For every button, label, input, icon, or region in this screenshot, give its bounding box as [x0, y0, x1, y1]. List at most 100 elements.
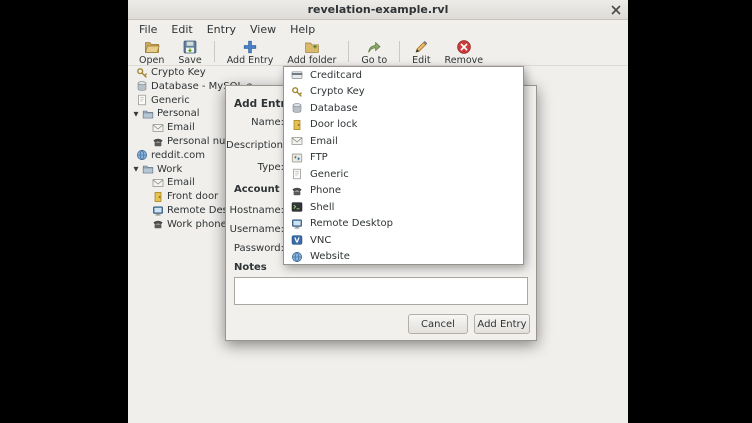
toolbar: Open Save Add Entry Add folder Go to: [128, 38, 628, 66]
menu-view[interactable]: View: [243, 22, 283, 37]
svg-text:V: V: [294, 237, 300, 245]
type-option-label: Remote Desktop: [310, 218, 393, 229]
add-entry-icon: [242, 39, 258, 55]
toolbar-separator: [399, 41, 400, 62]
add-entry-button[interactable]: Add Entry: [220, 39, 281, 66]
generic-icon: [291, 168, 303, 180]
email-icon: [152, 122, 164, 134]
tree-item-label: reddit.com: [151, 150, 205, 161]
type-option-label: Email: [310, 136, 338, 147]
add-entry-submit-button[interactable]: Add Entry: [474, 314, 530, 334]
notes-section-label: Notes: [234, 262, 267, 273]
type-option[interactable]: Crypto Key: [284, 84, 523, 101]
open-button-label: Open: [139, 55, 164, 66]
type-option-label: Crypto Key: [310, 86, 365, 97]
type-option[interactable]: FTP: [284, 150, 523, 167]
expander-icon[interactable]: ▼: [130, 165, 142, 173]
remote-desktop-icon: [291, 218, 303, 230]
add-folder-icon: [304, 39, 320, 55]
folder-icon: [142, 163, 154, 175]
type-option[interactable]: Shell: [284, 199, 523, 216]
goto-button-label: Go to: [361, 55, 387, 66]
tree-item-label: Crypto Key: [151, 67, 206, 78]
ftp-icon: [291, 152, 303, 164]
vnc-icon: V: [291, 234, 303, 246]
type-option[interactable]: Phone: [284, 183, 523, 200]
save-button-label: Save: [178, 55, 201, 66]
menu-entry[interactable]: Entry: [200, 22, 243, 37]
menubar: File Edit Entry View Help: [128, 21, 628, 38]
type-option-label: Phone: [310, 185, 341, 196]
tree-item-label: Email: [167, 177, 195, 188]
tree-item-label: Personal: [157, 108, 200, 119]
toolbar-separator: [348, 41, 349, 62]
titlebar[interactable]: revelation-example.rvl: [128, 0, 628, 20]
type-option-label: Website: [310, 251, 350, 262]
add-folder-button[interactable]: Add folder: [280, 39, 343, 66]
description-label: Description:: [226, 137, 284, 154]
type-option-label: Shell: [310, 202, 334, 213]
type-option[interactable]: Remote Desktop: [284, 216, 523, 233]
type-option[interactable]: Door lock: [284, 117, 523, 134]
shell-icon: [291, 201, 303, 213]
type-dropdown-list: Creditcard Crypto Key Database Door lock Ema…: [283, 66, 524, 265]
menu-file[interactable]: File: [132, 22, 164, 37]
menu-help[interactable]: Help: [283, 22, 322, 37]
folder-icon: [142, 108, 154, 120]
remove-button-label: Remove: [445, 55, 484, 66]
type-option-label: Generic: [310, 169, 349, 180]
toolbar-separator: [214, 41, 215, 62]
website-icon: [136, 149, 148, 161]
email-icon: [291, 135, 303, 147]
type-option[interactable]: Generic: [284, 166, 523, 183]
hostname-label: Hostname:: [226, 202, 284, 219]
type-option[interactable]: V VNC: [284, 232, 523, 249]
notes-input[interactable]: [234, 277, 528, 305]
type-option[interactable]: Database: [284, 100, 523, 117]
edit-button[interactable]: Edit: [405, 39, 437, 66]
type-option-label: VNC: [310, 235, 331, 246]
add-folder-button-label: Add folder: [287, 55, 336, 66]
expander-icon[interactable]: ▼: [130, 110, 142, 118]
goto-icon: [366, 39, 382, 55]
tree-item-label: Front door: [167, 191, 218, 202]
save-button[interactable]: Save: [171, 39, 208, 66]
remote-desktop-icon: [152, 205, 164, 217]
generic-icon: [136, 94, 148, 106]
name-label: Name:: [226, 114, 284, 131]
username-label: Username:: [226, 221, 284, 238]
tree-item[interactable]: Crypto Key: [128, 66, 288, 79]
type-option[interactable]: Email: [284, 133, 523, 150]
phone-icon: [291, 185, 303, 197]
type-option[interactable]: Website: [284, 249, 523, 266]
window-title: revelation-example.rvl: [308, 3, 449, 16]
tree-item-label: Work: [157, 164, 182, 175]
database-icon: [136, 80, 148, 92]
window-close-icon: [609, 3, 623, 17]
save-icon: [182, 39, 198, 55]
remove-icon: [456, 39, 472, 55]
type-option-label: FTP: [310, 152, 328, 163]
remove-button[interactable]: Remove: [438, 39, 491, 66]
type-option[interactable]: Creditcard: [284, 67, 523, 84]
open-folder-icon: [144, 39, 160, 55]
key-icon: [136, 67, 148, 79]
cancel-button[interactable]: Cancel: [408, 314, 468, 334]
email-icon: [152, 177, 164, 189]
tree-item-label: Generic: [151, 95, 190, 106]
type-option-label: Database: [310, 103, 358, 114]
type-label: Type:: [226, 159, 284, 176]
edit-button-label: Edit: [412, 55, 430, 66]
screen: revelation-example.rvl File Edit Entry V…: [0, 0, 752, 423]
website-icon: [291, 251, 303, 263]
close-button[interactable]: [609, 3, 623, 17]
open-button[interactable]: Open: [132, 39, 171, 66]
phone-icon: [152, 218, 164, 230]
password-label: Password:: [226, 240, 284, 257]
doorlock-icon: [152, 191, 164, 203]
creditcard-icon: [291, 69, 303, 81]
goto-button[interactable]: Go to: [354, 39, 394, 66]
phone-icon: [152, 136, 164, 148]
add-entry-button-label: Add Entry: [227, 55, 274, 66]
menu-edit[interactable]: Edit: [164, 22, 199, 37]
